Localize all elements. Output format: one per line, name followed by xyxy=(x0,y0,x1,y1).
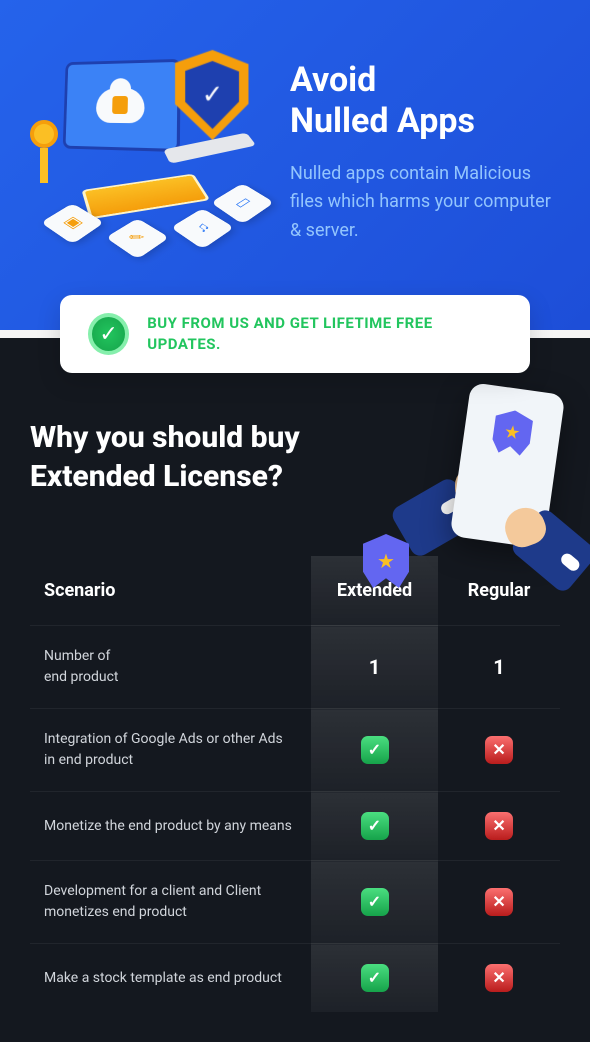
header-regular: Regular xyxy=(438,556,560,626)
cloud-lock-icon xyxy=(96,87,145,122)
monitor-icon xyxy=(63,59,181,152)
cross-icon: ✕ xyxy=(485,812,513,840)
hero-description: Nulled apps contain Malicious files whic… xyxy=(290,160,560,246)
scenario-cell: Monetize the end product by any means xyxy=(30,792,311,861)
extended-cell: ✓ xyxy=(311,709,438,792)
scenario-cell: Integration of Google Ads or other Ads i… xyxy=(30,709,311,792)
extended-cell: ✓ xyxy=(311,792,438,861)
shield-icon: ✓ xyxy=(175,49,248,141)
promo-text: BUY FROM US AND GET LIFETIME FREE UPDATE… xyxy=(147,313,502,355)
check-icon: ✓ xyxy=(361,736,389,764)
security-illustration: ✓ ▣ ✎ ♫ ▭ xyxy=(30,40,270,250)
scenario-cell: Make a stock template as end product xyxy=(30,944,311,1013)
check-icon: ✓ xyxy=(361,964,389,992)
license-section: Why you should buy Extended License? ★ ★… xyxy=(0,338,590,1042)
regular-cell: ✕ xyxy=(438,709,560,792)
table-row: Development for a client and Client mone… xyxy=(30,861,560,944)
hero-section: ✓ ▣ ✎ ♫ ▭ Avoid Nulled Apps Nulled apps … xyxy=(0,0,590,330)
extended-cell: 1 xyxy=(311,626,438,709)
promo-badge: ✓ BUY FROM US AND GET LIFETIME FREE UPDA… xyxy=(60,295,530,373)
verified-check-icon: ✓ xyxy=(88,313,129,355)
comparison-table-wrap: ★ Scenario Extended Regular Number of en… xyxy=(30,556,560,1012)
key-icon xyxy=(30,120,60,180)
scenario-cell: Development for a client and Client mone… xyxy=(30,861,311,944)
award-ribbon-icon: ★ xyxy=(490,408,534,457)
regular-cell: ✕ xyxy=(438,792,560,861)
regular-cell: ✕ xyxy=(438,944,560,1013)
regular-value: 1 xyxy=(493,655,504,679)
header-scenario: Scenario xyxy=(30,556,311,626)
license-title: Why you should buy Extended License? xyxy=(30,418,390,496)
comparison-table: Scenario Extended Regular Number of end … xyxy=(30,556,560,1012)
note-cube-icon: ✎ xyxy=(106,218,170,259)
extended-cell: ✓ xyxy=(311,944,438,1013)
table-row: Integration of Google Ads or other Ads i… xyxy=(30,709,560,792)
extended-cell: ✓ xyxy=(311,861,438,944)
table-row: Make a stock template as end product ✓ ✕ xyxy=(30,944,560,1013)
check-icon: ✓ xyxy=(361,888,389,916)
regular-cell: 1 xyxy=(438,626,560,709)
cross-icon: ✕ xyxy=(485,888,513,916)
scenario-cell: Number of end product xyxy=(30,626,311,709)
check-icon: ✓ xyxy=(361,812,389,840)
music-cube-icon: ♫ xyxy=(171,208,235,249)
hero-title: Avoid Nulled Apps xyxy=(290,60,560,142)
cross-icon: ✕ xyxy=(485,736,513,764)
extended-value: 1 xyxy=(369,655,380,679)
keyboard-icon xyxy=(81,174,210,220)
table-row: Monetize the end product by any means ✓ ✕ xyxy=(30,792,560,861)
phone-hand-illustration: ★ xyxy=(390,388,590,578)
table-row: Number of end product 1 1 xyxy=(30,626,560,709)
regular-cell: ✕ xyxy=(438,861,560,944)
cross-icon: ✕ xyxy=(485,964,513,992)
